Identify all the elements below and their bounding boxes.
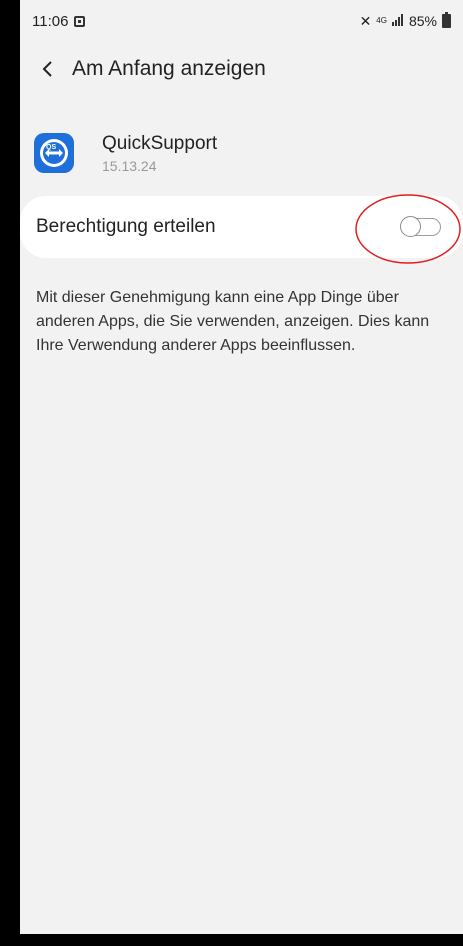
permission-toggle[interactable]: [400, 216, 441, 237]
chevron-left-icon: [42, 61, 52, 77]
battery-icon: [442, 12, 451, 28]
app-name: QuickSupport: [102, 132, 218, 154]
mute-icon: ✕: [359, 12, 372, 29]
status-bar: 11:06 ✕ 4G 85%: [20, 0, 463, 42]
page-title: Am Anfang anzeigen: [72, 57, 266, 80]
permission-toggle-row[interactable]: Berechtigung erteilen: [20, 196, 463, 258]
toggle-knob: [400, 216, 421, 237]
permission-label: Berechtigung erteilen: [36, 216, 216, 237]
network-type: 4G: [376, 16, 387, 25]
app-header: QS QuickSupport 15.13.24: [20, 123, 463, 183]
battery-percent: 85%: [408, 13, 437, 29]
notification-icon: [74, 15, 86, 27]
screen: 11:06 ✕ 4G 85% Am Anfang anzeigen QS Qui…: [20, 0, 463, 934]
toolbar: Am Anfang anzeigen: [20, 45, 463, 93]
status-time: 11:06: [32, 12, 69, 30]
quicksupport-icon: QS: [34, 133, 74, 173]
back-button[interactable]: [26, 47, 70, 91]
signal-icon: [391, 13, 404, 29]
app-version: 15.13.24: [102, 157, 157, 174]
svg-text:QS: QS: [46, 144, 56, 151]
permission-description: Mit dieser Genehmigung kann eine App Din…: [36, 289, 430, 354]
